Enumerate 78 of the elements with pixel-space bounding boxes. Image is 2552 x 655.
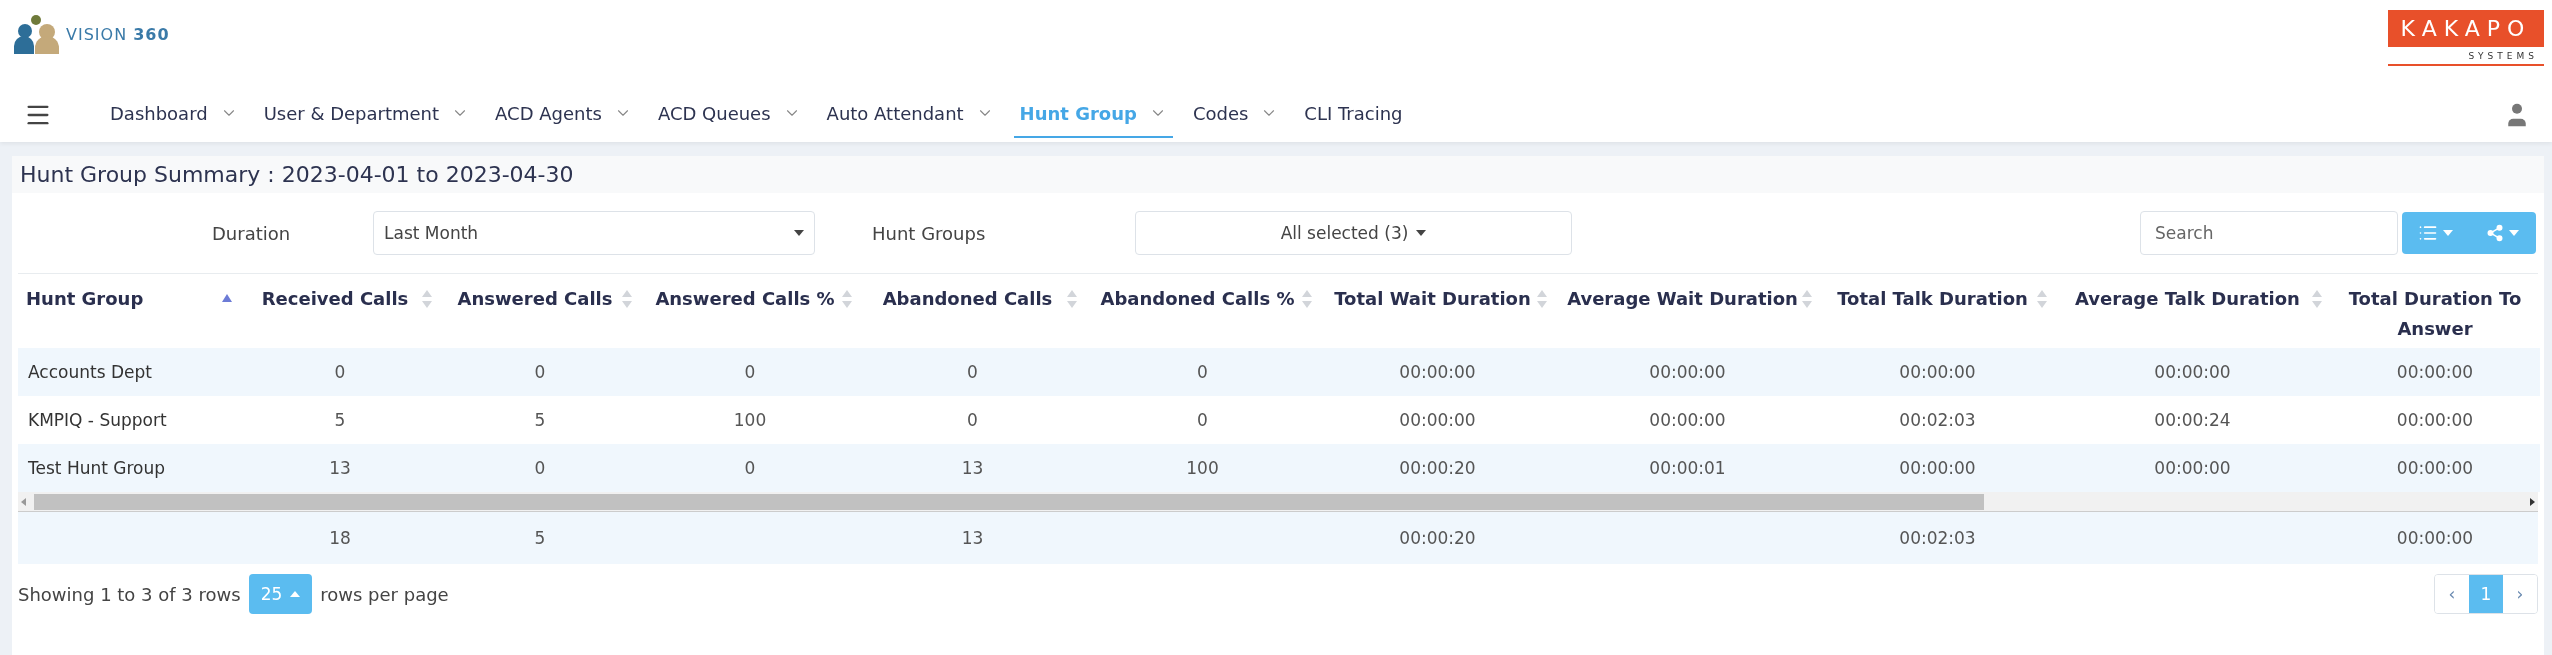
column-header[interactable]: Total Talk Duration — [1828, 284, 2037, 314]
partner-tagline: SYSTEMS — [2467, 50, 2539, 63]
caret-up-icon — [290, 591, 301, 597]
nav-tab[interactable]: ACD Agents — [489, 92, 638, 138]
nav-tab[interactable]: User & Department — [257, 92, 476, 138]
table-cell: 00:00:00 — [2330, 348, 2540, 396]
table-cell: 00:00:20 — [1320, 444, 1555, 492]
caret-icon — [2509, 230, 2519, 236]
pagination-summary: Showing 1 to 3 of 3 rows — [18, 583, 241, 605]
total-cell-text: 00:02:03 — [1898, 527, 1977, 550]
column-header[interactable]: Received Calls — [248, 284, 422, 314]
table-cell: 0 — [440, 444, 640, 492]
page-size-label: rows per page — [320, 583, 449, 605]
table-cell: 00:00:00 — [1820, 444, 2055, 492]
table-cell: 0 — [1085, 348, 1320, 396]
table-cell: 00:00:00 — [2330, 444, 2540, 492]
page-title: Hunt Group Summary : 2023-04-01 to 2023-04-30 — [12, 156, 2544, 193]
table-cell: 00:00:00 — [1320, 348, 1555, 396]
columns-button[interactable] — [2402, 212, 2469, 254]
column-header[interactable]: Total Duration To Answer — [2338, 284, 2532, 344]
table-cell: Test Hunt Group — [18, 444, 240, 492]
table-cell: 13 — [860, 444, 1085, 492]
search-field[interactable]: Search — [2140, 211, 2398, 255]
export-button[interactable] — [2469, 212, 2536, 254]
column-header[interactable]: Answered Calls — [448, 284, 622, 314]
duration-select[interactable]: Last Month — [373, 211, 815, 255]
column-header[interactable]: Abandoned Calls — [868, 284, 1067, 314]
table-cell: Accounts Dept — [18, 348, 240, 396]
brand-name: VISION 360 — [66, 24, 170, 44]
caret-icon — [1416, 230, 1427, 236]
table-cell: 0 — [640, 348, 860, 396]
table-cell: 100 — [1085, 444, 1320, 492]
sort-ascending-icon[interactable] — [222, 294, 232, 302]
table-cell: 00:00:00 — [2055, 444, 2330, 492]
sort-icon[interactable] — [2037, 290, 2047, 308]
total-cell-text: 18 — [328, 527, 352, 550]
horizontal-scrollbar[interactable] — [18, 492, 2538, 512]
table-cell: 0 — [240, 348, 440, 396]
column-header[interactable]: Abandoned Calls % — [1093, 284, 1302, 314]
table-cell: 00:00:00 — [2055, 348, 2330, 396]
column-header[interactable]: Answered Calls % — [648, 284, 842, 314]
filter-label: Duration — [212, 222, 292, 244]
table-cell: 13 — [240, 444, 440, 492]
sort-icon[interactable] — [1302, 290, 1312, 308]
total-cell-text: 13 — [960, 527, 985, 550]
table-cell: 00:00:00 — [1555, 348, 1820, 396]
table-cell: 00:00:00 — [1820, 348, 2055, 396]
table-cell: 0 — [640, 444, 860, 492]
caret-icon — [794, 230, 804, 236]
sort-icon[interactable] — [622, 290, 632, 308]
nav-tab[interactable]: Auto Attendant — [820, 92, 1000, 138]
nav-tab[interactable]: Codes — [1186, 92, 1285, 138]
total-cell-text: 00:00:20 — [1398, 527, 1477, 550]
nav-tab[interactable]: CLI Tracing — [1298, 92, 1409, 138]
column-header[interactable]: Average Talk Duration — [2063, 284, 2312, 314]
share-icon — [2486, 224, 2504, 242]
nav-tab[interactable]: Dashboard — [104, 92, 244, 138]
sort-icon[interactable] — [422, 290, 432, 308]
column-header[interactable]: Total Wait Duration — [1328, 284, 1537, 314]
people-logo-icon — [14, 14, 60, 54]
total-cell-text: 5 — [533, 527, 547, 550]
hunt-groups-select[interactable]: All selected (3) — [1135, 211, 1572, 255]
filter-label: Hunt Groups — [872, 222, 987, 244]
table-cell: 0 — [860, 348, 1085, 396]
partner-logo: KAKAPO — [2388, 10, 2544, 47]
column-header[interactable]: Average Wait Duration — [1563, 284, 1802, 314]
sort-icon[interactable] — [842, 290, 852, 308]
sort-icon[interactable] — [1802, 290, 1812, 308]
sort-icon[interactable] — [1537, 290, 1547, 308]
table-cell: 00:00:01 — [1555, 444, 1820, 492]
total-cell-text: 00:00:00 — [2395, 527, 2475, 550]
sort-icon[interactable] — [2312, 290, 2322, 308]
nav-tab[interactable]: ACD Queues — [651, 92, 807, 138]
list-icon — [2418, 223, 2438, 243]
column-header[interactable]: Hunt Group — [26, 284, 222, 314]
caret-icon — [2443, 230, 2453, 236]
sort-icon[interactable] — [1067, 290, 1077, 308]
table-cell: 0 — [440, 348, 640, 396]
